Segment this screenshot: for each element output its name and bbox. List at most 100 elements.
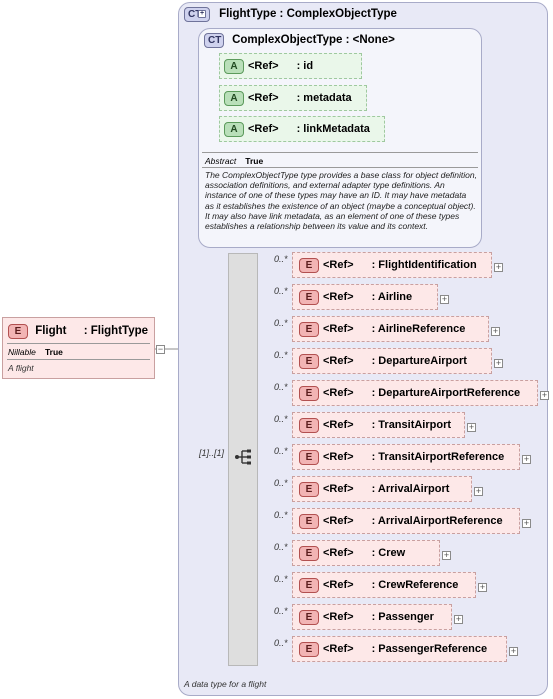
element-cardinality: 0..* — [274, 478, 288, 488]
element-cardinality: 0..* — [274, 286, 288, 296]
attribute-name: : linkMetadata — [296, 123, 370, 135]
element-row[interactable]: E <Ref>: TransitAirportReference — [292, 444, 520, 470]
element-row[interactable]: E <Ref> : PassengerReference — [292, 636, 507, 662]
sequence-icon — [235, 449, 251, 465]
base-type-description: The ComplexObjectType type provides a ba… — [205, 170, 477, 232]
element-icon: E — [299, 482, 319, 497]
expand-icon[interactable]: + — [467, 423, 476, 432]
element-name: : DepartureAirportReference — [371, 387, 521, 399]
element-name: : Airline — [371, 291, 413, 303]
expand-icon[interactable]: + — [454, 615, 463, 624]
outer-type-footer: A data type for a flight — [184, 679, 267, 689]
ref-label: <Ref> — [323, 515, 354, 527]
element-icon: E — [299, 450, 319, 465]
element-cardinality: 0..* — [274, 350, 288, 360]
element-cardinality: 0..* — [274, 318, 288, 328]
flight-element[interactable]: E Flight : FlightType Nillable True A fl… — [2, 317, 155, 379]
element-icon: E — [299, 290, 319, 305]
element-name: : PassengerReference — [371, 643, 488, 655]
ref-label: <Ref> — [323, 291, 354, 303]
element-name: : Passenger — [371, 611, 434, 623]
element-icon: E — [299, 578, 319, 593]
element-name: : DepartureAirport — [371, 355, 467, 367]
element-icon: E — [299, 418, 319, 433]
attribute-icon: A — [224, 91, 244, 106]
abstract-label: Abstract — [205, 156, 237, 166]
element-icon: E — [299, 610, 319, 625]
element-name: : AirlineReference — [371, 323, 466, 335]
element-name: : ArrivalAirport — [371, 483, 450, 495]
attribute-icon: A — [224, 59, 244, 74]
collapse-icon[interactable]: − — [156, 345, 165, 354]
attribute-linkmetadata[interactable]: A <Ref> : linkMetadata — [219, 116, 385, 142]
expand-icon[interactable]: + — [478, 583, 487, 592]
element-icon: E — [299, 258, 319, 273]
outer-type-header[interactable]: CT+ FlightType : ComplexObjectType — [184, 7, 397, 22]
divider — [7, 359, 150, 360]
expand-icon[interactable]: + — [494, 359, 503, 368]
ref-label: <Ref> — [323, 611, 354, 623]
expand-icon[interactable]: + — [540, 391, 549, 400]
element-row[interactable]: E <Ref> : Passenger — [292, 604, 452, 630]
element-cardinality: 0..* — [274, 414, 288, 424]
expand-icon[interactable]: + — [522, 519, 531, 528]
element-icon: E — [299, 354, 319, 369]
expand-icon[interactable]: + — [442, 551, 451, 560]
flight-type: : FlightType — [83, 325, 149, 337]
divider — [202, 152, 478, 153]
ref-label: <Ref> — [323, 259, 354, 271]
attribute-name: : id — [296, 60, 314, 72]
ref-label: <Ref> — [323, 387, 354, 399]
ref-label: <Ref> — [248, 123, 279, 135]
ref-label: <Ref> — [323, 643, 354, 655]
element-row[interactable]: E <Ref>: ArrivalAirportReference — [292, 508, 520, 534]
element-row[interactable]: E <Ref> : Airline — [292, 284, 438, 310]
attribute-name: : metadata — [296, 92, 352, 104]
attribute-icon: A — [224, 122, 244, 137]
element-row[interactable]: E <Ref>: Crew — [292, 540, 440, 566]
expand-icon[interactable]: + — [440, 295, 449, 304]
ref-label: <Ref> — [323, 547, 354, 559]
expand-icon[interactable]: + — [474, 487, 483, 496]
element-name: : TransitAirport — [371, 419, 452, 431]
expand-icon[interactable]: + — [522, 455, 531, 464]
element-cardinality: 0..* — [274, 542, 288, 552]
sequence-cardinality: [1]..[1] — [199, 448, 225, 458]
attribute-id[interactable]: A <Ref>: id — [219, 53, 362, 79]
element-cardinality: 0..* — [274, 574, 288, 584]
base-type-header[interactable]: CT ComplexObjectType : <None> — [204, 33, 395, 48]
divider — [202, 167, 478, 168]
element-row[interactable]: E <Ref>: DepartureAirportReference — [292, 380, 538, 406]
element-cardinality: 0..* — [274, 606, 288, 616]
element-row[interactable]: E <Ref> : TransitAirport — [292, 412, 465, 438]
element-icon: E — [8, 324, 28, 339]
outer-type-title: FlightType : ComplexObjectType — [219, 8, 397, 20]
ref-label: <Ref> — [323, 579, 354, 591]
expand-icon[interactable]: + — [494, 263, 503, 272]
element-row[interactable]: E <Ref>: CrewReference — [292, 572, 476, 598]
attribute-metadata[interactable]: A <Ref> : metadata — [219, 85, 367, 111]
element-cardinality: 0..* — [274, 254, 288, 264]
ref-label: <Ref> — [323, 419, 354, 431]
ref-label: <Ref> — [248, 92, 279, 104]
element-cardinality: 0..* — [274, 510, 288, 520]
abstract-row: Abstract True — [205, 155, 263, 167]
element-row[interactable]: E <Ref> : DepartureAirport — [292, 348, 492, 374]
abstract-value: True — [245, 156, 264, 166]
element-icon: E — [299, 642, 319, 657]
element-name: : TransitAirportReference — [371, 451, 505, 463]
expand-icon[interactable]: + — [491, 327, 500, 336]
element-cardinality: 0..* — [274, 446, 288, 456]
flight-name: Flight — [35, 325, 67, 337]
element-cardinality: 0..* — [274, 382, 288, 392]
element-row[interactable]: E <Ref>: ArrivalAirport — [292, 476, 472, 502]
element-cardinality: 0..* — [274, 638, 288, 648]
element-name: : Crew — [371, 547, 406, 559]
ref-label: <Ref> — [323, 355, 354, 367]
nillable-value: True — [44, 347, 63, 357]
element-row[interactable]: E <Ref>: FlightIdentification — [292, 252, 492, 278]
expand-icon[interactable]: + — [509, 647, 518, 656]
base-type-title: ComplexObjectType : <None> — [232, 34, 395, 46]
plus-icon: + — [198, 10, 206, 19]
element-row[interactable]: E <Ref>: AirlineReference — [292, 316, 489, 342]
